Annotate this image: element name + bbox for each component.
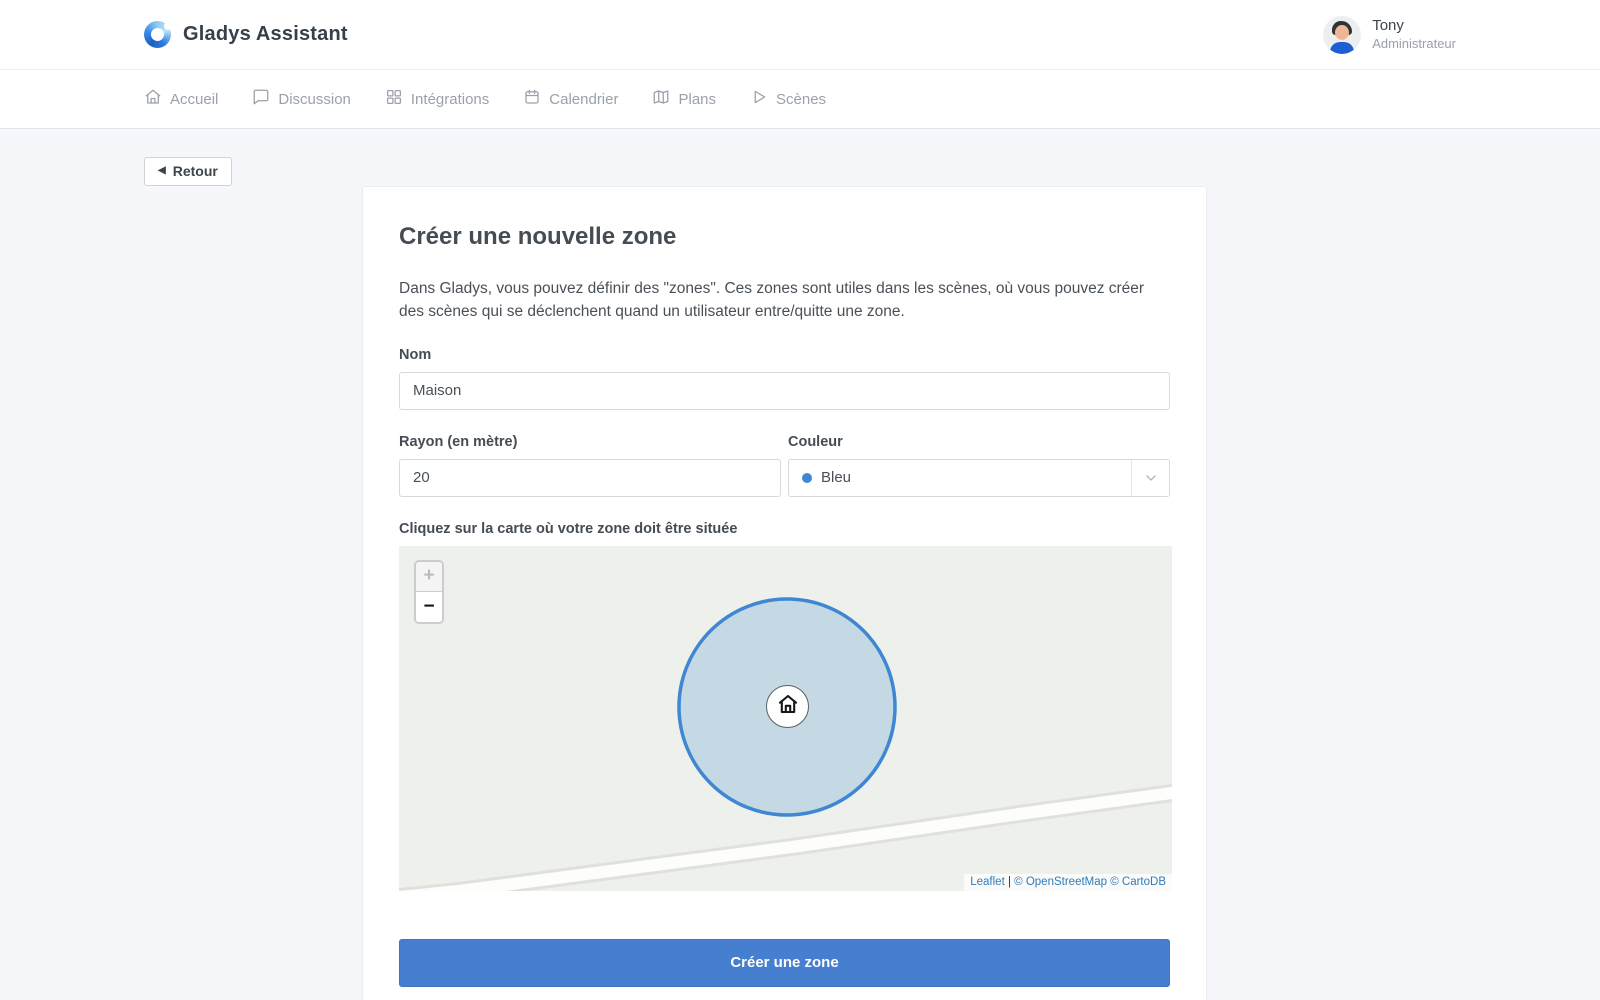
apps-icon (385, 88, 403, 110)
zone-description: Dans Gladys, vous pouvez définir des "zo… (399, 277, 1169, 324)
cartodb-link[interactable]: © CartoDB (1110, 876, 1166, 888)
user-name: Tony (1372, 17, 1456, 36)
nav-item-plans[interactable]: Plans (652, 88, 716, 110)
page-title: Créer une nouvelle zone (399, 223, 1170, 251)
zone-center-marker[interactable] (766, 685, 809, 728)
color-dot-icon (802, 473, 812, 483)
nav-item-calendrier[interactable]: Calendrier (523, 88, 618, 110)
house-icon (776, 692, 800, 721)
avatar (1323, 16, 1361, 54)
create-zone-card: Créer une nouvelle zone Dans Gladys, vou… (362, 186, 1207, 1000)
radius-label: Rayon (en mètre) (399, 434, 781, 450)
zoom-in-button[interactable]: + (416, 562, 442, 592)
color-selected-value: Bleu (821, 469, 851, 486)
calendar-icon (523, 88, 541, 110)
name-label: Nom (399, 347, 1170, 363)
create-zone-button[interactable]: Créer une zone (399, 939, 1170, 987)
back-button[interactable]: ◀ Retour (144, 157, 232, 186)
gladys-logo-icon (144, 21, 171, 48)
back-arrow-icon: ◀ (158, 166, 166, 176)
zone-radius-input[interactable] (399, 459, 781, 497)
color-select[interactable]: Bleu (788, 459, 1170, 497)
chevron-down-icon (1131, 460, 1169, 496)
nav-item-integrations[interactable]: Intégrations (385, 88, 489, 110)
app-title: Gladys Assistant (183, 23, 348, 46)
main-navbar: Accueil Discussion Intégrations Calendri… (0, 70, 1600, 129)
nav-item-scenes[interactable]: Scènes (750, 88, 826, 110)
home-icon (144, 88, 162, 110)
play-icon (750, 88, 768, 110)
map-zoom-control: + − (414, 560, 444, 624)
nav-item-accueil[interactable]: Accueil (144, 88, 218, 110)
zoom-out-button[interactable]: − (416, 592, 442, 622)
zone-name-input[interactable] (399, 372, 1170, 410)
brand[interactable]: Gladys Assistant (144, 21, 348, 48)
message-icon (252, 88, 270, 110)
map-attribution: Leaflet | © OpenStreetMap © CartoDB (964, 874, 1172, 891)
app-header: Gladys Assistant Tony Administrateur (0, 0, 1600, 70)
map-icon (652, 88, 670, 110)
openstreetmap-link[interactable]: © OpenStreetMap (1014, 876, 1107, 888)
nav-item-discussion[interactable]: Discussion (252, 88, 351, 110)
user-role: Administrateur (1372, 36, 1456, 52)
map-instruction-label: Cliquez sur la carte où votre zone doit … (399, 521, 1170, 537)
zone-map[interactable]: + − Leaflet | © OpenStreetMap © CartoDB (399, 546, 1172, 891)
user-menu[interactable]: Tony Administrateur (1323, 16, 1456, 54)
color-label: Couleur (788, 434, 1170, 450)
leaflet-link[interactable]: Leaflet (970, 876, 1005, 888)
